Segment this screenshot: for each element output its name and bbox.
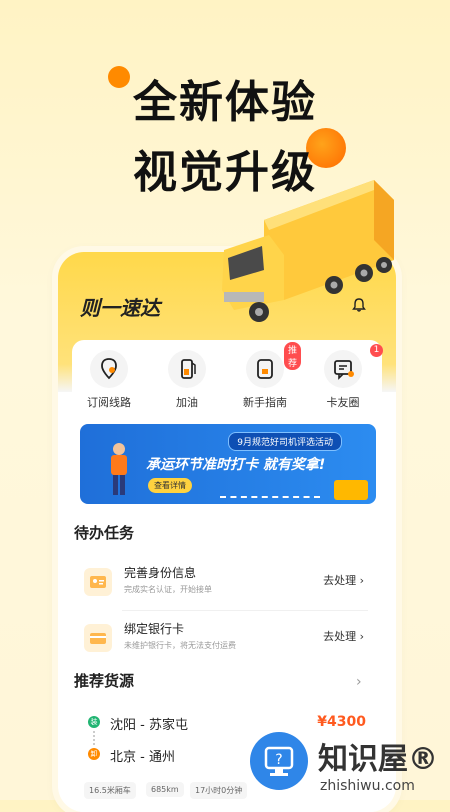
banner-event-tag: 9月规范好司机评选活动 <box>228 432 342 451</box>
banner-dashed-road <box>220 496 320 498</box>
watermark-text-en: zhishiwu.com <box>320 778 415 794</box>
todo-item-title: 完善身份信息 <box>124 566 197 580</box>
unload-tag: 卸 <box>88 748 100 760</box>
quick-action-label: 新手指南 <box>243 396 287 409</box>
watermark-logo: ? 知识屋® zhishiwu.com <box>248 728 448 800</box>
watermark-text-cn: 知识屋® <box>318 742 438 777</box>
banner-slogan: 承运环节准时打卡 就有奖拿! <box>146 457 326 473</box>
id-card-icon <box>84 568 112 596</box>
recommend-badge: 推荐 <box>284 342 302 370</box>
origin-city: 沈阳 - 苏家屯 <box>110 718 188 733</box>
chevron-right-icon: › <box>359 630 364 643</box>
todo-section-title: 待办任务 <box>74 524 135 542</box>
svg-text:?: ? <box>275 752 282 768</box>
quick-action-community[interactable]: 1 卡友圈 <box>308 344 383 410</box>
question-screen-icon: ? <box>250 732 308 790</box>
cargo-chip-vehicle: 16.5米厢车 <box>84 782 136 799</box>
todo-action-label: 去处理 <box>323 630 357 643</box>
todo-action-button[interactable]: 去处理 › <box>323 628 364 644</box>
quick-action-fuel[interactable]: 加油 <box>152 350 222 410</box>
app-title: 则一速达 <box>80 296 160 320</box>
driver-illustration <box>111 443 127 495</box>
bank-card-icon <box>84 624 112 652</box>
location-pin-icon <box>90 350 128 388</box>
gift-box-icon <box>334 480 368 500</box>
quick-action-subscribe-route[interactable]: 订阅线路 <box>74 350 144 410</box>
load-tag: 装 <box>88 716 100 728</box>
todo-action-label: 去处理 <box>323 574 357 587</box>
promo-banner[interactable]: 9月规范好司机评选活动 承运环节准时打卡 就有奖拿! 查看详情 <box>80 424 376 504</box>
destination-city: 北京 - 通州 <box>110 750 175 765</box>
promo-headline-1: 全新体验 <box>133 77 317 128</box>
todo-item-desc: 完成实名认证，开始接单 <box>124 585 212 594</box>
cargo-chip-duration: 17小时0分钟 <box>190 782 248 799</box>
quick-action-label: 加油 <box>176 396 198 409</box>
chevron-right-icon[interactable]: › <box>356 674 362 690</box>
quick-action-guide[interactable]: 推荐 新手指南 <box>230 342 302 410</box>
guide-icon: 推荐 <box>246 342 302 388</box>
quick-action-label: 卡友圈 <box>326 396 360 409</box>
fuel-icon <box>168 350 206 388</box>
todo-card: 完善身份信息 完成实名认证，开始接单 去处理 › 绑定银行卡 未维护银行卡，将无… <box>74 554 378 666</box>
notification-count-badge: 1 <box>370 344 383 357</box>
chevron-right-icon: › <box>359 574 364 587</box>
todo-action-button[interactable]: 去处理 › <box>323 572 364 588</box>
todo-item-identity[interactable]: 完善身份信息 完成实名认证，开始接单 去处理 › <box>74 554 378 611</box>
cargo-chip-distance: 685km <box>146 782 184 797</box>
banner-details-button[interactable]: 查看详情 <box>148 478 192 493</box>
todo-item-title: 绑定银行卡 <box>124 622 185 636</box>
quick-actions-card: 订阅线路 加油 推荐 新手指南 1 卡友圈 <box>72 340 383 422</box>
truck-illustration <box>222 180 394 322</box>
recommend-section-title: 推荐货源 <box>74 672 135 690</box>
todo-item-desc: 未维护银行卡，将无法支付运费 <box>124 641 236 650</box>
chat-icon: 1 <box>324 344 383 388</box>
todo-item-bank-card[interactable]: 绑定银行卡 未维护银行卡，将无法支付运费 去处理 › <box>74 610 378 666</box>
quick-action-label: 订阅线路 <box>87 396 131 409</box>
route-connector <box>93 731 95 745</box>
